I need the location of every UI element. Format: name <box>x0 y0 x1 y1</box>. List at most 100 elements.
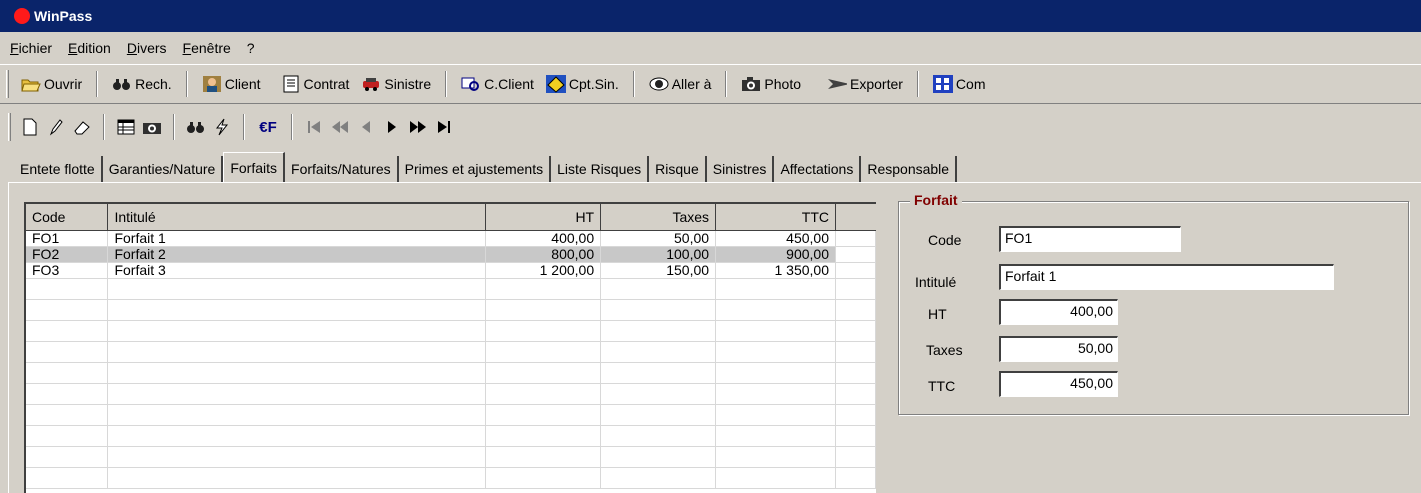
tab-liste-risques[interactable]: Liste Risques <box>551 156 650 182</box>
toolbar-grip[interactable] <box>6 70 9 98</box>
intitule-field[interactable]: Forfait 1 <box>999 264 1334 290</box>
code-label: Code <box>928 232 962 248</box>
cell-filler <box>835 246 876 263</box>
panel-left-edge <box>8 182 10 493</box>
menu-edition[interactable]: Edition <box>68 40 111 56</box>
forfaits-grid[interactable]: Code Intitulé HT Taxes TTC FO1 Forfait 1… <box>24 202 876 493</box>
find-button[interactable] <box>183 113 209 141</box>
forfaits-table: Code Intitulé HT Taxes TTC FO1 Forfait 1… <box>26 204 876 489</box>
rewind-button[interactable] <box>327 113 353 141</box>
previous-button[interactable] <box>353 113 379 141</box>
open-folder-icon <box>21 75 41 93</box>
grid-icon <box>932 75 953 93</box>
tab-entete-flotte[interactable]: Entete flotte <box>14 156 103 182</box>
intitule-label: Intitulé <box>915 274 957 290</box>
lightning-icon <box>215 118 229 136</box>
client-button[interactable]: Client <box>196 70 267 98</box>
table-row[interactable]: FO2 Forfait 2 800,00 100,00 900,00 <box>26 246 876 263</box>
export-arrow-icon <box>827 75 847 93</box>
empty-row[interactable] <box>26 341 876 363</box>
first-icon <box>308 121 320 133</box>
euro-button[interactable]: €F <box>253 113 283 141</box>
column-header-ttc[interactable]: TTC <box>715 204 836 231</box>
taxes-field[interactable]: 50,00 <box>999 336 1118 362</box>
tab-garanties-nature[interactable]: Garanties/Nature <box>103 156 224 182</box>
empty-row[interactable] <box>26 320 876 342</box>
column-header-code[interactable]: Code <box>26 204 109 231</box>
column-header-taxes[interactable]: Taxes <box>600 204 717 231</box>
menu-fenetre[interactable]: Fenêtre <box>183 40 231 56</box>
erase-button[interactable] <box>69 113 95 141</box>
column-header-ht[interactable]: HT <box>485 204 602 231</box>
taxes-label: Taxes <box>926 342 963 358</box>
contract-button[interactable]: Contrat <box>275 70 356 98</box>
claim-button[interactable]: Sinistre <box>355 70 437 98</box>
menu-divers[interactable]: Divers <box>127 40 167 56</box>
pencil-icon <box>49 119 63 136</box>
fast-forward-button[interactable] <box>405 113 431 141</box>
ttc-field[interactable]: 450,00 <box>999 371 1118 397</box>
photo-record-button[interactable] <box>139 113 165 141</box>
client-account-icon <box>461 75 481 93</box>
tab-affectations[interactable]: Affectations <box>774 156 862 182</box>
empty-row[interactable] <box>26 278 876 300</box>
claim-account-button[interactable]: Cpt.Sin. <box>540 70 625 98</box>
column-header-intitule[interactable]: Intitulé <box>107 204 487 231</box>
edit-button[interactable] <box>43 113 69 141</box>
fast-forward-icon <box>410 121 426 133</box>
tab-risque[interactable]: Risque <box>649 156 707 182</box>
title-bar: WinPass <box>0 0 1421 32</box>
next-button[interactable] <box>379 113 405 141</box>
car-crash-icon <box>361 75 381 93</box>
empty-row[interactable] <box>26 404 876 426</box>
separator <box>173 114 175 140</box>
header-row: Code Intitulé HT Taxes TTC <box>26 204 876 231</box>
photo-button[interactable]: Photo <box>735 70 807 98</box>
separator <box>96 71 99 97</box>
separator <box>291 114 293 140</box>
new-document-icon <box>23 118 37 136</box>
tab-primes-ajustements[interactable]: Primes et ajustements <box>399 156 552 182</box>
table-row[interactable]: FO1 Forfait 1 400,00 50,00 450,00 <box>26 230 876 247</box>
client-account-button[interactable]: C.Client <box>455 70 540 98</box>
table-icon <box>117 119 135 135</box>
previous-icon <box>362 121 370 133</box>
open-button[interactable]: Ouvrir <box>15 70 88 98</box>
main-toolbar: Ouvrir Rech. Client Contrat Sinistre C.C… <box>0 64 1421 104</box>
code-field[interactable]: FO1 <box>999 226 1181 252</box>
tab-sinistres[interactable]: Sinistres <box>707 156 775 182</box>
first-record-button[interactable] <box>301 113 327 141</box>
column-header-filler <box>835 204 876 231</box>
tab-forfaits[interactable]: Forfaits <box>223 152 286 182</box>
cell-taxes: 50,00 <box>600 230 717 247</box>
menu-help[interactable]: ? <box>247 40 255 56</box>
empty-row[interactable] <box>26 362 876 384</box>
menu-fichier[interactable]: Fichier <box>10 40 52 56</box>
toolbar-grip[interactable] <box>8 113 11 141</box>
ht-label: HT <box>928 306 947 322</box>
table-view-button[interactable] <box>113 113 139 141</box>
new-record-button[interactable] <box>17 113 43 141</box>
cell-ttc: 900,00 <box>715 246 836 263</box>
quick-button[interactable] <box>209 113 235 141</box>
cell-intitule: Forfait 1 <box>107 230 487 247</box>
empty-row[interactable] <box>26 425 876 447</box>
empty-row[interactable] <box>26 467 876 489</box>
goto-button[interactable]: Aller à <box>643 70 718 98</box>
tab-responsable[interactable]: Responsable <box>861 156 958 182</box>
cell-taxes: 100,00 <box>600 246 717 263</box>
separator <box>725 71 728 97</box>
last-record-button[interactable] <box>431 113 457 141</box>
client-icon <box>202 75 222 93</box>
com-button[interactable]: Com <box>927 70 992 98</box>
cell-ht: 400,00 <box>485 230 602 247</box>
binoculars-icon <box>112 75 132 93</box>
search-button[interactable]: Rech. <box>106 70 178 98</box>
table-row[interactable]: FO3 Forfait 3 1 200,00 150,00 1 350,00 <box>26 262 876 279</box>
ht-field[interactable]: 400,00 <box>999 299 1118 325</box>
empty-row[interactable] <box>26 299 876 321</box>
empty-row[interactable] <box>26 446 876 468</box>
empty-row[interactable] <box>26 383 876 405</box>
tab-forfaits-natures[interactable]: Forfaits/Natures <box>285 156 399 182</box>
export-button[interactable]: Exporter <box>821 70 909 98</box>
